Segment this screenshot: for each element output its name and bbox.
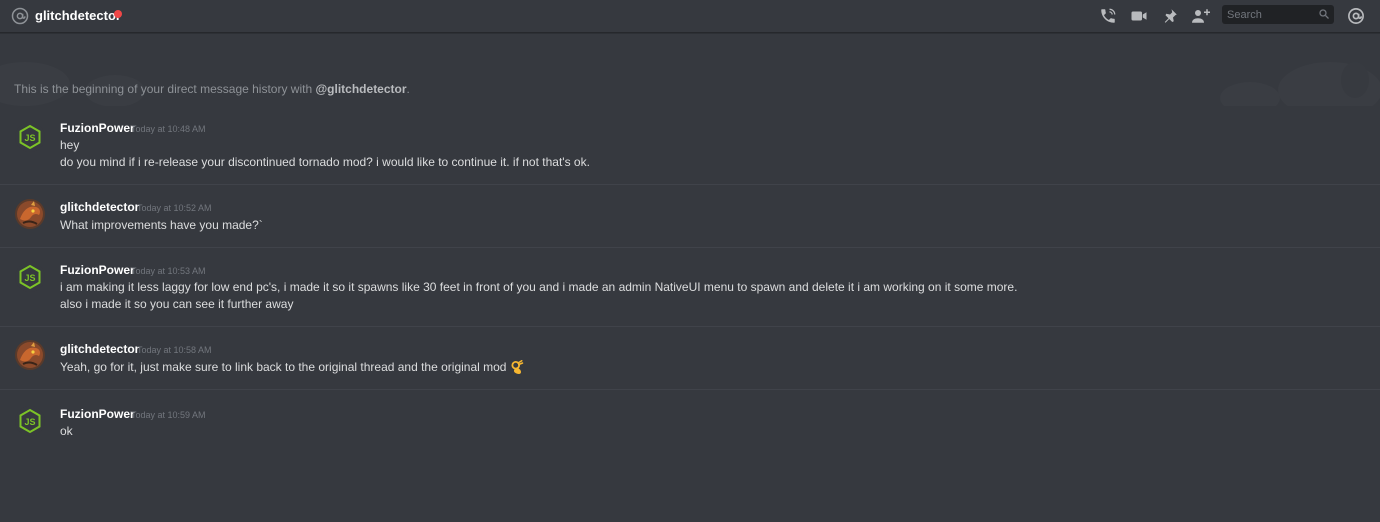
- nodejs-logo-avatar[interactable]: JS: [15, 122, 45, 152]
- dm-history-intro: This is the beginning of your direct mes…: [14, 82, 410, 96]
- intro-text: This is the beginning of your direct mes…: [14, 82, 316, 96]
- nodejs-logo-avatar[interactable]: JS: [15, 406, 45, 436]
- message-author[interactable]: FuzionPower: [60, 121, 135, 135]
- search-input[interactable]: [1222, 5, 1314, 24]
- message-line: i am making it less laggy for low end pc…: [60, 280, 1018, 294]
- online-status-indicator: [114, 10, 122, 18]
- message-divider: [0, 326, 1380, 327]
- message-divider: [0, 247, 1380, 248]
- intro-handle: @glitchdetector: [315, 82, 407, 96]
- call-icon[interactable]: [1098, 6, 1118, 26]
- svg-text:JS: JS: [24, 273, 35, 283]
- search-icon: [1319, 9, 1329, 19]
- message-timestamp: Today at 10:48 AM: [131, 124, 206, 134]
- message-line: ok: [60, 424, 73, 438]
- message-divider: [0, 184, 1380, 185]
- background-illustration-right: [1220, 62, 1380, 106]
- message-line: Yeah, go for it, just make sure to link …: [60, 360, 524, 375]
- mention-icon[interactable]: [1346, 6, 1366, 26]
- video-icon[interactable]: [1129, 6, 1149, 26]
- at-icon: [11, 7, 29, 25]
- message-author[interactable]: FuzionPower: [60, 263, 135, 277]
- message-author[interactable]: FuzionPower: [60, 407, 135, 421]
- add-friend-icon[interactable]: [1191, 6, 1211, 26]
- channel-name: glitchdetector: [35, 8, 121, 23]
- message-author[interactable]: glitchdetector: [60, 200, 139, 214]
- message-text: Yeah, go for it, just make sure to link …: [60, 360, 507, 374]
- dragon-avatar[interactable]: [15, 199, 45, 229]
- message-timestamp: Today at 10:59 AM: [131, 410, 206, 420]
- message-timestamp: Today at 10:52 AM: [137, 203, 212, 213]
- search-box[interactable]: [1222, 5, 1334, 24]
- message-divider: [0, 389, 1380, 390]
- message-timestamp: Today at 10:58 AM: [137, 345, 212, 355]
- message-timestamp: Today at 10:53 AM: [131, 266, 206, 276]
- intro-suffix: .: [406, 82, 410, 96]
- svg-text:JS: JS: [24, 133, 35, 143]
- pin-icon[interactable]: [1160, 6, 1180, 26]
- svg-text:JS: JS: [24, 417, 35, 427]
- ok-hand-emoji[interactable]: [509, 360, 524, 375]
- channel-header: glitchdetector: [0, 0, 1380, 33]
- message-line: do you mind if i re-release your discont…: [60, 155, 590, 169]
- dragon-avatar[interactable]: [15, 340, 45, 370]
- message-author[interactable]: glitchdetector: [60, 342, 139, 356]
- message-line: also i made it so you can see it further…: [60, 297, 294, 311]
- message-line: What improvements have you made?`: [60, 218, 263, 232]
- nodejs-logo-avatar[interactable]: JS: [15, 262, 45, 292]
- message-line: hey: [60, 138, 80, 152]
